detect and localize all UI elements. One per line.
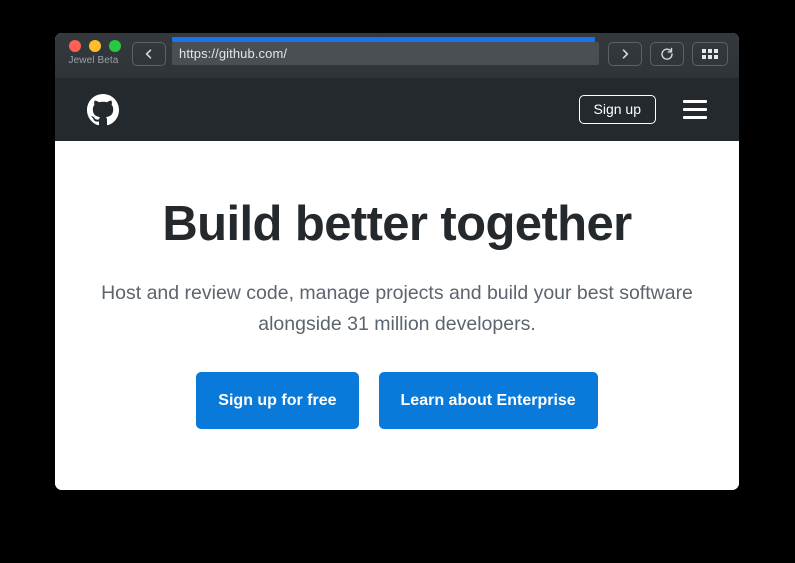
address-bar[interactable]: https://github.com/ [172,42,599,65]
site-header: Sign up [55,78,739,141]
hamburger-menu-icon[interactable] [683,100,707,119]
hero-section: Build better together Host and review co… [55,141,739,429]
signup-button[interactable]: Sign up [578,95,656,124]
maximize-window-button[interactable] [108,40,121,52]
chevron-right-icon [619,48,631,60]
hero-subtitle: Host and review code, manage projects an… [101,281,693,335]
hamburger-bar-2 [683,108,707,111]
github-octocat-icon[interactable] [87,93,119,126]
learn-about-enterprise-button[interactable]: Learn about Enterprise [378,371,598,429]
browser-toolbar: Jewel Beta https://github.com/ [55,33,739,78]
window-controls-area: Jewel Beta [55,33,132,66]
page-title: Build better together [162,197,632,251]
toolbar-right-tools [608,33,728,66]
hamburger-bar-3 [683,116,707,119]
grid-icon [702,49,718,59]
hamburger-bar-1 [683,100,707,103]
forward-button[interactable] [608,42,642,66]
url-text: https://github.com/ [179,46,288,61]
traffic-lights [68,40,121,52]
hero-actions: Sign up for free Learn about Enterprise [55,371,739,429]
address-bar-container: https://github.com/ [172,37,599,65]
minimize-window-button[interactable] [88,40,101,52]
close-window-button[interactable] [68,40,81,52]
back-button[interactable] [132,42,166,66]
reload-icon [660,47,674,61]
chevron-left-icon [143,48,155,60]
github-page: Sign up Build better together Host and r… [55,78,739,490]
signup-for-free-button[interactable]: Sign up for free [196,371,359,429]
reload-button[interactable] [650,42,684,66]
browser-window: Jewel Beta https://github.com/ Sign up B… [55,33,739,490]
tabs-overview-button[interactable] [692,42,728,66]
app-name-label: Jewel Beta [68,55,119,66]
